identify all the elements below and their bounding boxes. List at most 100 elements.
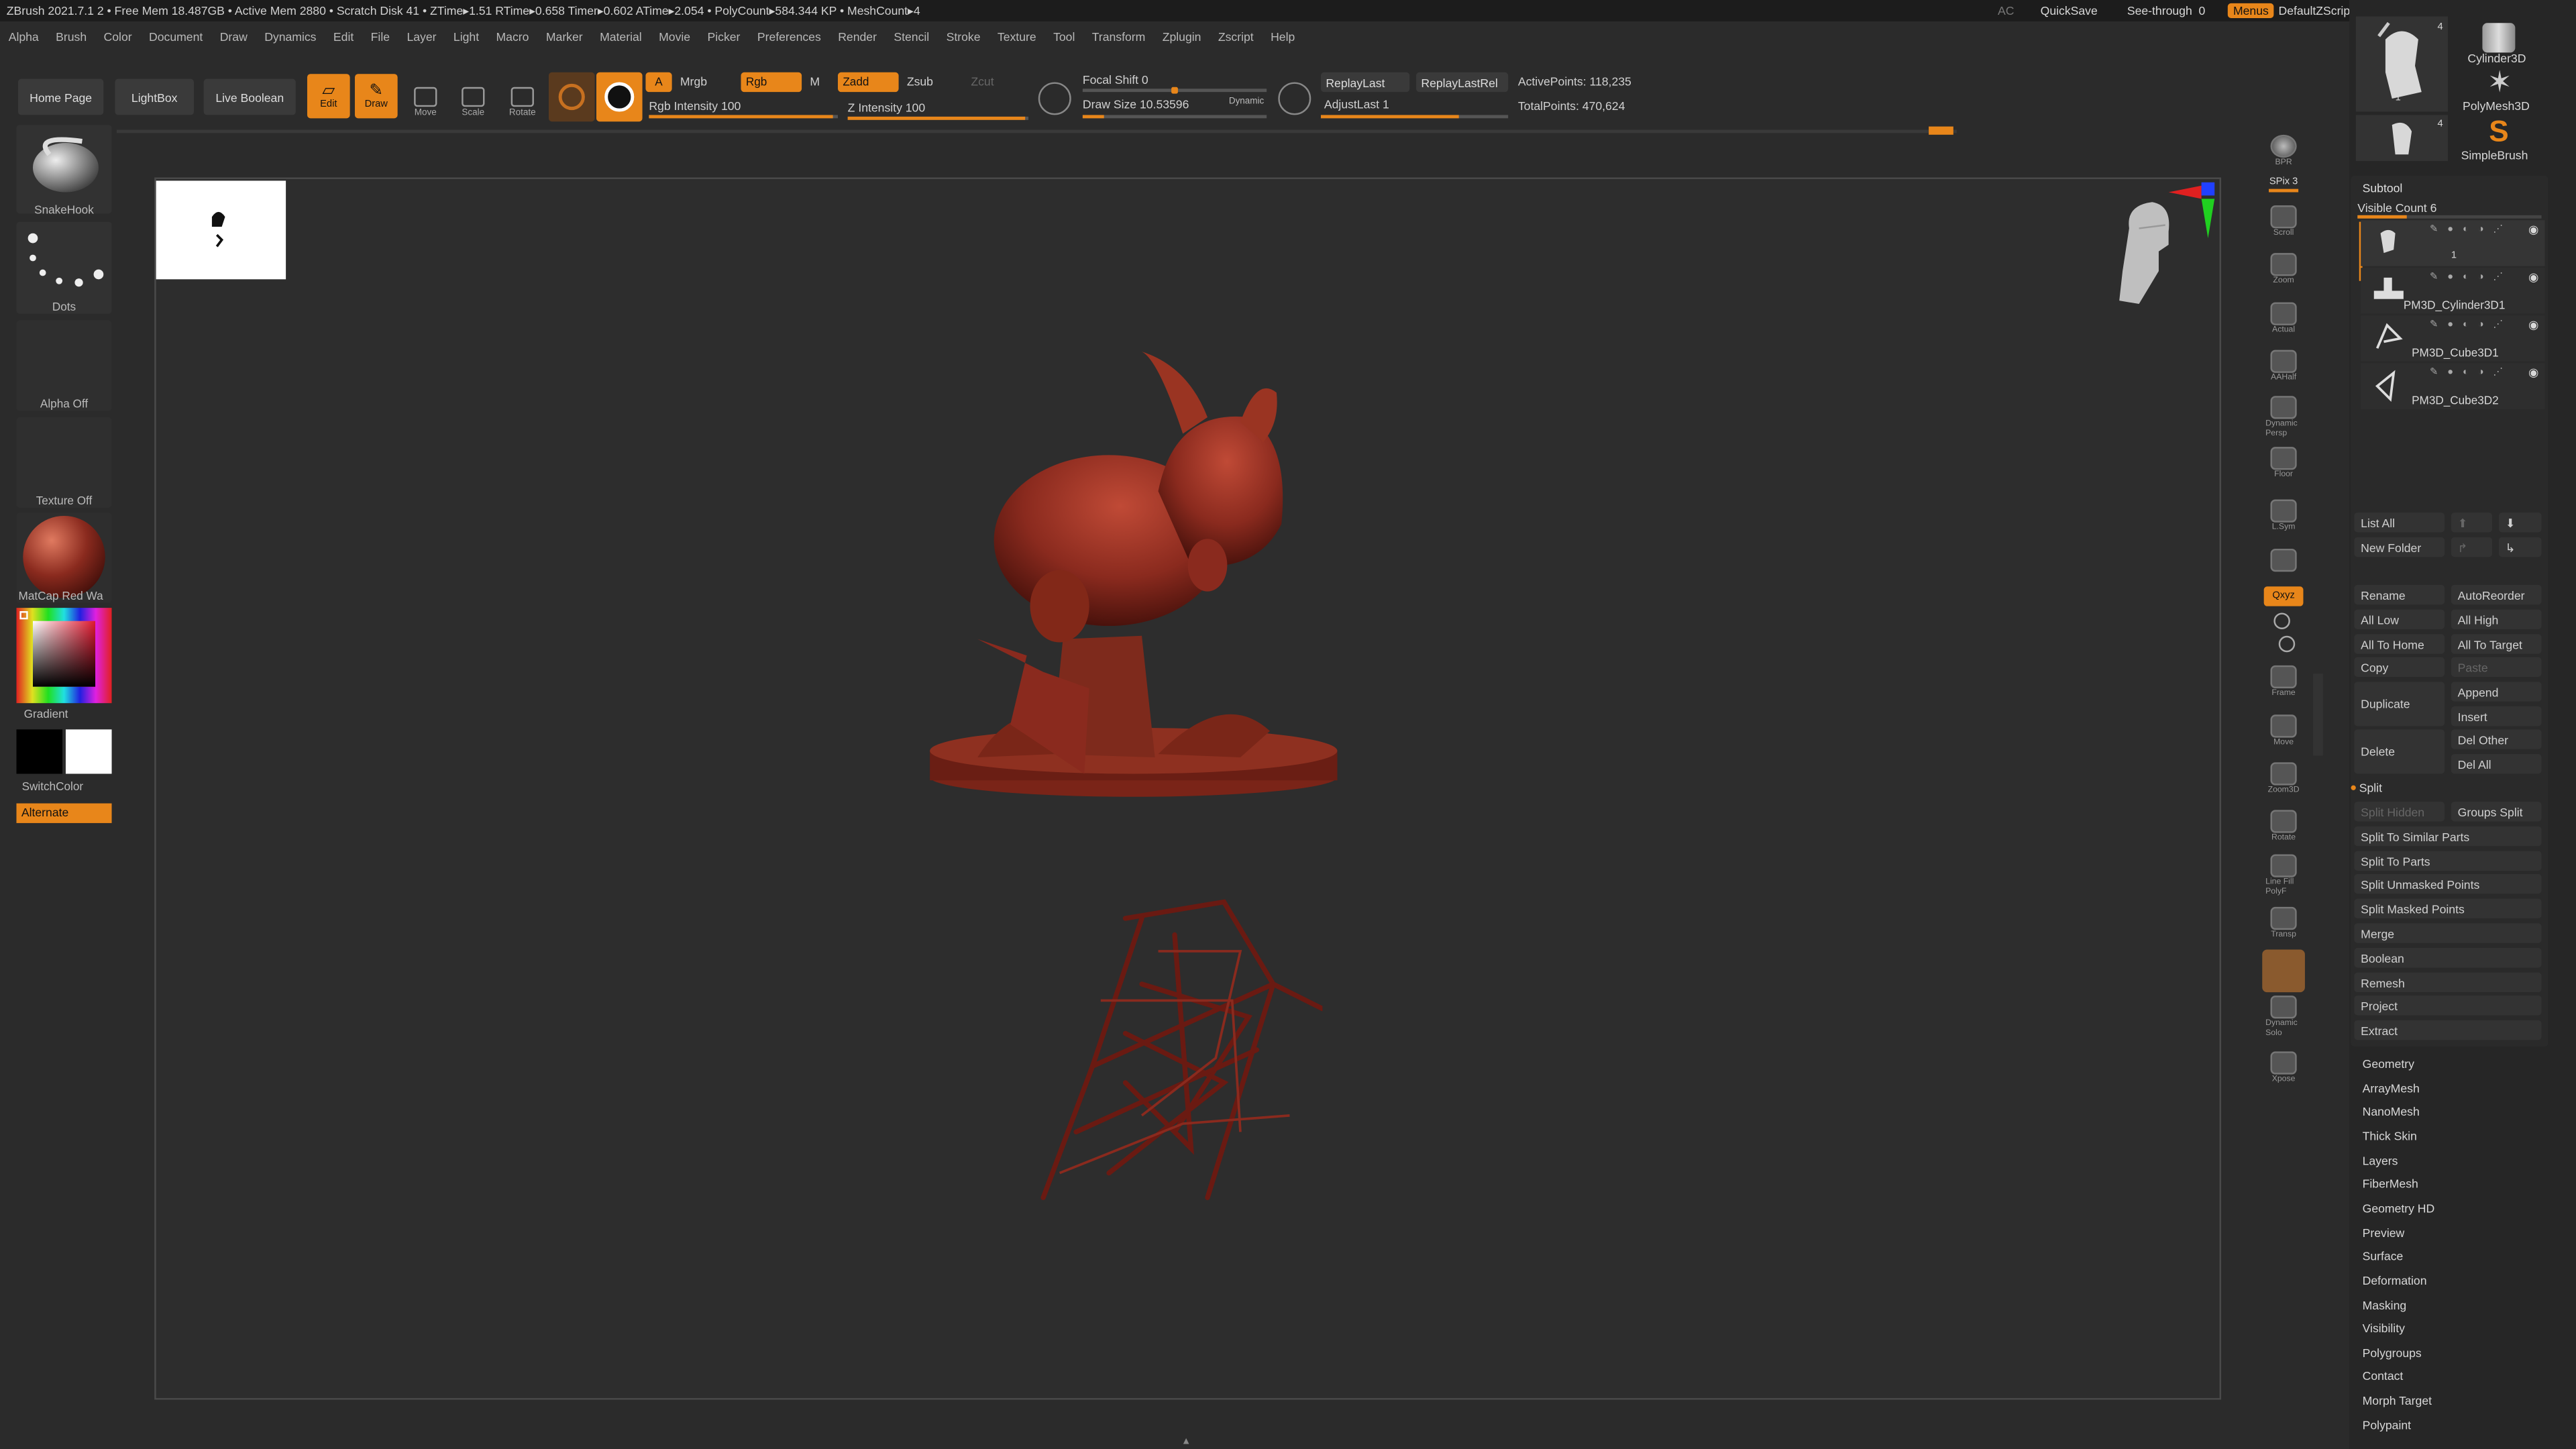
- subtool-toggles[interactable]: ✎ ● ◐ ◑ ⋰: [2430, 223, 2506, 235]
- rgb-intensity-slider[interactable]: Rgb Intensity 100: [649, 99, 741, 113]
- draw-button[interactable]: ✎ Draw: [354, 74, 398, 119]
- focal-shift-slider[interactable]: Focal Shift 0: [1083, 72, 1148, 87]
- menu-stencil[interactable]: Stencil: [885, 29, 938, 44]
- eye-icon[interactable]: ◉: [2528, 222, 2538, 237]
- rename-button[interactable]: Rename: [2354, 584, 2445, 605]
- transp-button[interactable]: Transp: [2265, 906, 2302, 940]
- section-fibermesh[interactable]: FiberMesh: [2363, 1177, 2418, 1191]
- menu-stroke[interactable]: Stroke: [938, 29, 989, 44]
- section-contact[interactable]: Contact: [2363, 1369, 2404, 1384]
- switch-color-button[interactable]: SwitchColor: [0, 782, 117, 794]
- subtool-toggles[interactable]: ✎ ● ◐ ◑ ⋰: [2430, 319, 2506, 331]
- texture-thumbnail[interactable]: [16, 417, 112, 508]
- z-intensity-slider[interactable]: Z Intensity 100: [848, 100, 925, 115]
- scale-button[interactable]: Scale: [455, 76, 491, 118]
- mrgb-toggle[interactable]: Mrgb: [680, 74, 707, 89]
- qxyz-toggle[interactable]: Qxyz: [2263, 586, 2304, 606]
- menus-toggle[interactable]: Menus: [2228, 3, 2274, 18]
- split-masked-button[interactable]: Split Masked Points: [2354, 898, 2542, 918]
- menu-transform[interactable]: Transform: [1083, 29, 1154, 44]
- section-morph-target[interactable]: Morph Target: [2363, 1393, 2432, 1408]
- menu-color[interactable]: Color: [95, 29, 141, 44]
- autoreorder-button[interactable]: AutoReorder: [2451, 584, 2542, 605]
- remesh-section[interactable]: Remesh: [2354, 972, 2542, 993]
- subtool-item-2[interactable]: ✎ ● ◐ ◑ ⋰ ◉ PM3D_Cylinder3D1: [2361, 268, 2545, 314]
- alternate-toggle[interactable]: Alternate: [16, 803, 112, 823]
- menu-edit[interactable]: Edit: [325, 29, 362, 44]
- quicksave-button[interactable]: QuickSave: [2041, 3, 2098, 18]
- delete-button[interactable]: Delete: [2354, 729, 2445, 774]
- tool-thumb-simplebrush[interactable]: S SimpleBrush: [2459, 115, 2544, 162]
- zsub-toggle[interactable]: Zsub: [907, 74, 933, 89]
- home-page-button[interactable]: Home Page: [17, 78, 104, 115]
- polyf-button[interactable]: Line Fill PolyF: [2265, 854, 2302, 897]
- lightbox-button[interactable]: LightBox: [115, 78, 194, 115]
- lock-button[interactable]: [2265, 548, 2302, 572]
- section-nanomesh[interactable]: NanoMesh: [2363, 1104, 2420, 1119]
- section-geometry-hd[interactable]: Geometry HD: [2363, 1201, 2435, 1216]
- m-toggle[interactable]: M: [810, 74, 820, 89]
- menu-macro[interactable]: Macro: [488, 29, 537, 44]
- menu-zscript[interactable]: Zscript: [1210, 29, 1262, 44]
- color-square[interactable]: [32, 621, 96, 687]
- groups-split-button[interactable]: Groups Split: [2451, 802, 2542, 822]
- menu-zplugin[interactable]: Zplugin: [1154, 29, 1210, 44]
- move-view-button[interactable]: Move: [2265, 714, 2302, 747]
- draw-size-slider[interactable]: Draw Size 10.53596: [1083, 97, 1189, 111]
- rgb-intensity-track[interactable]: [649, 115, 838, 119]
- all-high-button[interactable]: All High: [2451, 609, 2542, 629]
- tool-thumb-pikachu-alt[interactable]: 4: [2355, 115, 2448, 162]
- section-polypaint[interactable]: Polypaint: [2363, 1417, 2411, 1432]
- dynamic-toggle[interactable]: Dynamic: [1229, 97, 1264, 107]
- boolean-section[interactable]: Boolean: [2354, 948, 2542, 968]
- lsym-button[interactable]: L.Sym: [2265, 499, 2302, 532]
- actual-button[interactable]: Actual: [2265, 302, 2302, 335]
- duplicate-button[interactable]: Duplicate: [2354, 682, 2445, 727]
- tool-thumb-polymesh[interactable]: ✶ PolyMesh3D: [2459, 66, 2544, 113]
- color-sphere-button[interactable]: [596, 72, 643, 122]
- rotate-view-button[interactable]: Rotate: [2265, 810, 2302, 843]
- subtool-toggles[interactable]: ✎ ● ◐ ◑ ⋰: [2430, 366, 2506, 378]
- move-down-icon[interactable]: ⬇: [2498, 513, 2542, 533]
- list-all-button[interactable]: List All: [2354, 513, 2445, 533]
- focal-shift-track[interactable]: [1082, 87, 1267, 94]
- tool-thumb-current[interactable]: 4: [2355, 16, 2448, 112]
- menu-draw[interactable]: Draw: [211, 29, 256, 44]
- material-thumbnail[interactable]: [16, 513, 112, 603]
- folder-up-icon[interactable]: ↱: [2451, 537, 2493, 557]
- adjust-last-slider[interactable]: AdjustLast 1: [1324, 97, 1389, 111]
- canvas-viewport[interactable]: [154, 177, 2222, 1400]
- persp-button[interactable]: Dynamic Persp: [2265, 396, 2302, 439]
- zcut-toggle[interactable]: Zcut: [971, 74, 994, 89]
- default-zscript-button[interactable]: DefaultZScript: [2279, 3, 2354, 18]
- a-toggle[interactable]: A: [645, 72, 672, 93]
- menu-render[interactable]: Render: [830, 29, 885, 44]
- color-cursor[interactable]: [19, 611, 28, 620]
- new-folder-button[interactable]: New Folder: [2354, 537, 2445, 557]
- menu-layer[interactable]: Layer: [398, 29, 445, 44]
- secondary-color-swatch[interactable]: [65, 729, 112, 774]
- bpr-button[interactable]: BPR: [2265, 134, 2302, 171]
- menu-document[interactable]: Document: [140, 29, 211, 44]
- merge-section[interactable]: Merge: [2354, 923, 2542, 943]
- eye-icon[interactable]: ◉: [2528, 317, 2538, 332]
- alpha-thumbnail[interactable]: [16, 320, 112, 411]
- split-section-title[interactable]: Split: [2359, 780, 2382, 795]
- rgb-toggle[interactable]: Rgb: [741, 72, 802, 93]
- navigator-thumbnail[interactable]: [156, 180, 286, 280]
- replay-last-rel-button[interactable]: ReplayLastRel: [1416, 72, 1509, 93]
- orientation-gizmo[interactable]: [2103, 179, 2221, 311]
- menu-file[interactable]: File: [362, 29, 398, 44]
- subtool-toggles[interactable]: ✎ ● ◐ ◑ ⋰: [2430, 271, 2506, 283]
- ghost-toggle[interactable]: [2262, 949, 2305, 993]
- ac-label[interactable]: AC: [1998, 3, 2014, 18]
- extract-section[interactable]: Extract: [2354, 1020, 2542, 1040]
- bottom-tray-handle[interactable]: ▲: [1120, 1437, 1252, 1447]
- zoom3d-button[interactable]: Zoom3D: [2265, 762, 2302, 795]
- section-arraymesh[interactable]: ArrayMesh: [2363, 1081, 2420, 1095]
- subtool-item-4[interactable]: ✎ ● ◐ ◑ ⋰ ◉ PM3D_Cube3D2: [2361, 363, 2545, 409]
- menu-marker[interactable]: Marker: [537, 29, 591, 44]
- all-to-home-button[interactable]: All To Home: [2354, 634, 2445, 654]
- adjust-last-track[interactable]: [1320, 115, 1509, 119]
- all-low-button[interactable]: All Low: [2354, 609, 2445, 629]
